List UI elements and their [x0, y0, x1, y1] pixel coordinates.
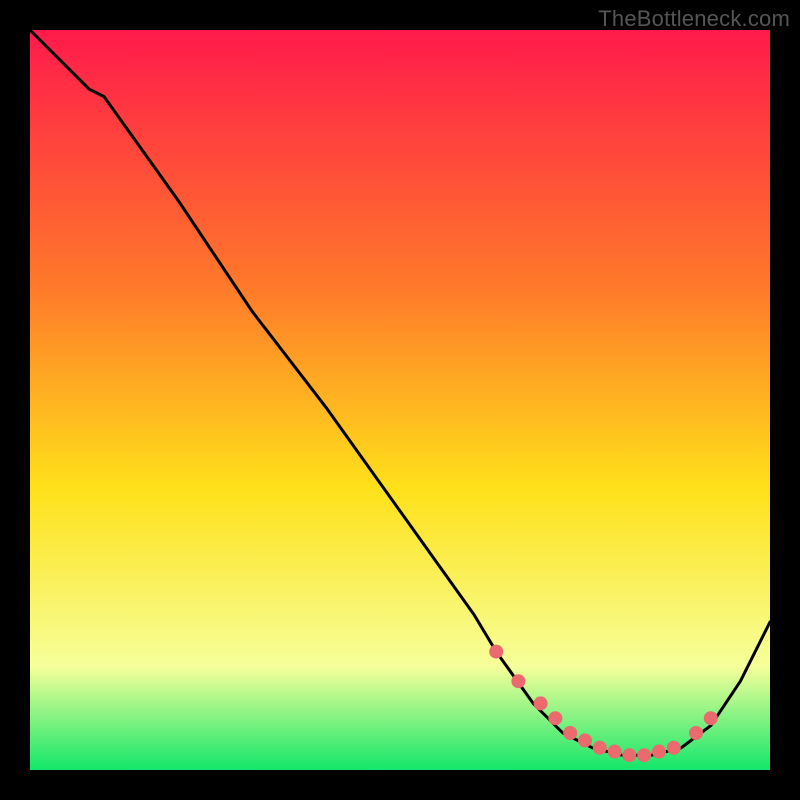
marker-dot [563, 726, 577, 740]
marker-dot [637, 748, 651, 762]
chart-frame: TheBottleneck.com [0, 0, 800, 800]
marker-dot [704, 711, 718, 725]
plot-svg [30, 30, 770, 770]
watermark-text: TheBottleneck.com [598, 6, 790, 32]
marker-dot [578, 733, 592, 747]
marker-dot [548, 711, 562, 725]
marker-dot [652, 745, 666, 759]
marker-dot [689, 726, 703, 740]
marker-dot [489, 645, 503, 659]
marker-dot [667, 741, 681, 755]
plot-area [30, 30, 770, 770]
marker-dot [593, 741, 607, 755]
marker-dot [622, 748, 636, 762]
marker-dot [608, 745, 622, 759]
marker-dot [511, 674, 525, 688]
marker-dot [534, 696, 548, 710]
gradient-background [30, 30, 770, 770]
